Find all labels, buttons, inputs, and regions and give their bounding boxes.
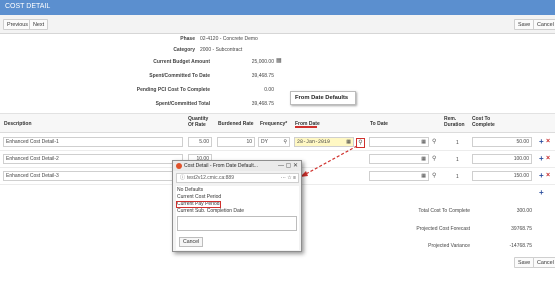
popup-title-bar: Cost Detail - From Date Default... — ▢ ✕ <box>173 161 301 171</box>
popup-cancel-button[interactable]: Cancel <box>179 237 204 247</box>
popup-title: Cost Detail - From Date Default... <box>184 163 258 169</box>
popup-list-area <box>177 216 297 231</box>
option-current-cost-period[interactable]: Current Cost Period <box>177 194 221 200</box>
popup-body: No Defaults Current Cost Period Current … <box>176 186 299 250</box>
popup-address-bar: ⓘ test2v12.cmic.ca:889 ··· ☆ ≡ <box>176 173 299 183</box>
browser-icon <box>176 163 182 169</box>
from-date-defaults-popup: Cost Detail - From Date Default... — ▢ ✕… <box>172 160 302 252</box>
info-icon: ⓘ <box>180 175 186 181</box>
option-current-sub-completion-date[interactable]: Current Sub. Completion Date <box>177 208 244 214</box>
option-no-defaults[interactable]: No Defaults <box>177 187 203 193</box>
popup-address: test2v12.cmic.ca:889 <box>187 175 234 181</box>
highlight-box <box>176 200 221 208</box>
menu-icon[interactable]: ··· ☆ ≡ <box>281 174 296 182</box>
window-controls-icon[interactable]: — ▢ ✕ <box>278 161 298 171</box>
